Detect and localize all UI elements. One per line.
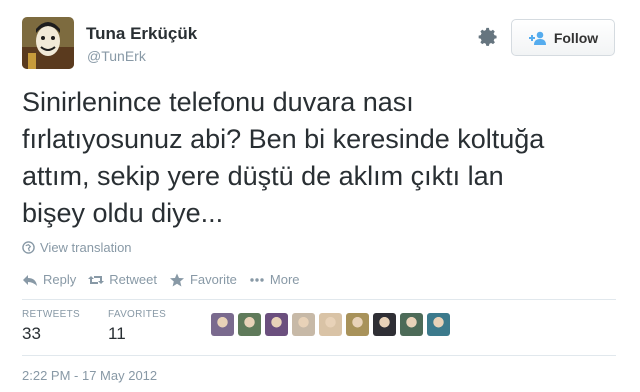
favorites-stat[interactable]: FAVORITES 11 — [108, 309, 166, 344]
more-label: More — [269, 272, 300, 287]
favoriter-avatar[interactable] — [319, 313, 342, 336]
view-translation-label: View translation — [40, 240, 132, 255]
favoriter-avatar[interactable] — [238, 313, 261, 336]
favorite-button[interactable]: Favorite — [169, 272, 237, 287]
tweet-line: fırlatıyosunuz abi? Ben bi keresinde kol… — [22, 124, 545, 154]
author-handle[interactable]: @TunErk — [87, 48, 146, 64]
favoriter-avatar[interactable] — [292, 313, 315, 336]
avatar[interactable] — [22, 17, 74, 69]
favorite-label: Favorite — [189, 272, 237, 287]
retweets-stat[interactable]: RETWEETS 33 — [22, 309, 80, 344]
retweets-label: RETWEETS — [22, 309, 80, 320]
add-user-icon — [528, 31, 546, 45]
retweet-button[interactable]: Retweet — [88, 272, 157, 287]
favoriter-avatars — [211, 313, 450, 336]
tweet-line: bişey oldu diye... — [22, 198, 224, 228]
favoriter-avatar[interactable] — [400, 313, 423, 336]
gear-icon[interactable] — [477, 26, 499, 48]
favorites-count: 11 — [108, 324, 126, 343]
more-button[interactable]: More — [249, 272, 300, 287]
avatar-image — [22, 17, 74, 69]
ellipsis-icon — [250, 277, 264, 282]
favorites-label: FAVORITES — [108, 309, 167, 320]
follow-label: Follow — [553, 29, 599, 46]
divider — [22, 299, 616, 300]
favoriter-avatar[interactable] — [211, 313, 234, 336]
retweet-icon — [88, 275, 105, 284]
tweet-actions: Reply Retweet Favorite More — [22, 272, 300, 287]
reply-icon — [23, 274, 37, 286]
globe-icon — [22, 241, 35, 254]
tweet-line: Sinirlenince telefonu duvara nası — [22, 87, 414, 117]
star-icon — [169, 273, 184, 286]
divider — [22, 355, 616, 356]
view-translation-link[interactable]: View translation — [22, 240, 132, 255]
reply-button[interactable]: Reply — [22, 272, 76, 287]
tweet-text: Sinirlenince telefonu duvara nası fırlat… — [22, 84, 622, 232]
favoriter-avatar[interactable] — [346, 313, 369, 336]
favoriter-avatar[interactable] — [427, 313, 450, 336]
reply-label: Reply — [43, 272, 77, 287]
tweet-timestamp[interactable]: 2:22 PM - 17 May 2012 — [22, 368, 157, 383]
retweet-label: Retweet — [109, 272, 157, 287]
favoriter-avatar[interactable] — [373, 313, 396, 336]
favoriter-avatar[interactable] — [265, 313, 288, 336]
retweets-count: 33 — [22, 324, 41, 343]
follow-button[interactable]: Follow — [511, 19, 615, 56]
tweet-line: attım, sekip yere düştü de aklım çıktı l… — [22, 161, 504, 191]
author-name[interactable]: Tuna Erküçük — [86, 24, 197, 44]
